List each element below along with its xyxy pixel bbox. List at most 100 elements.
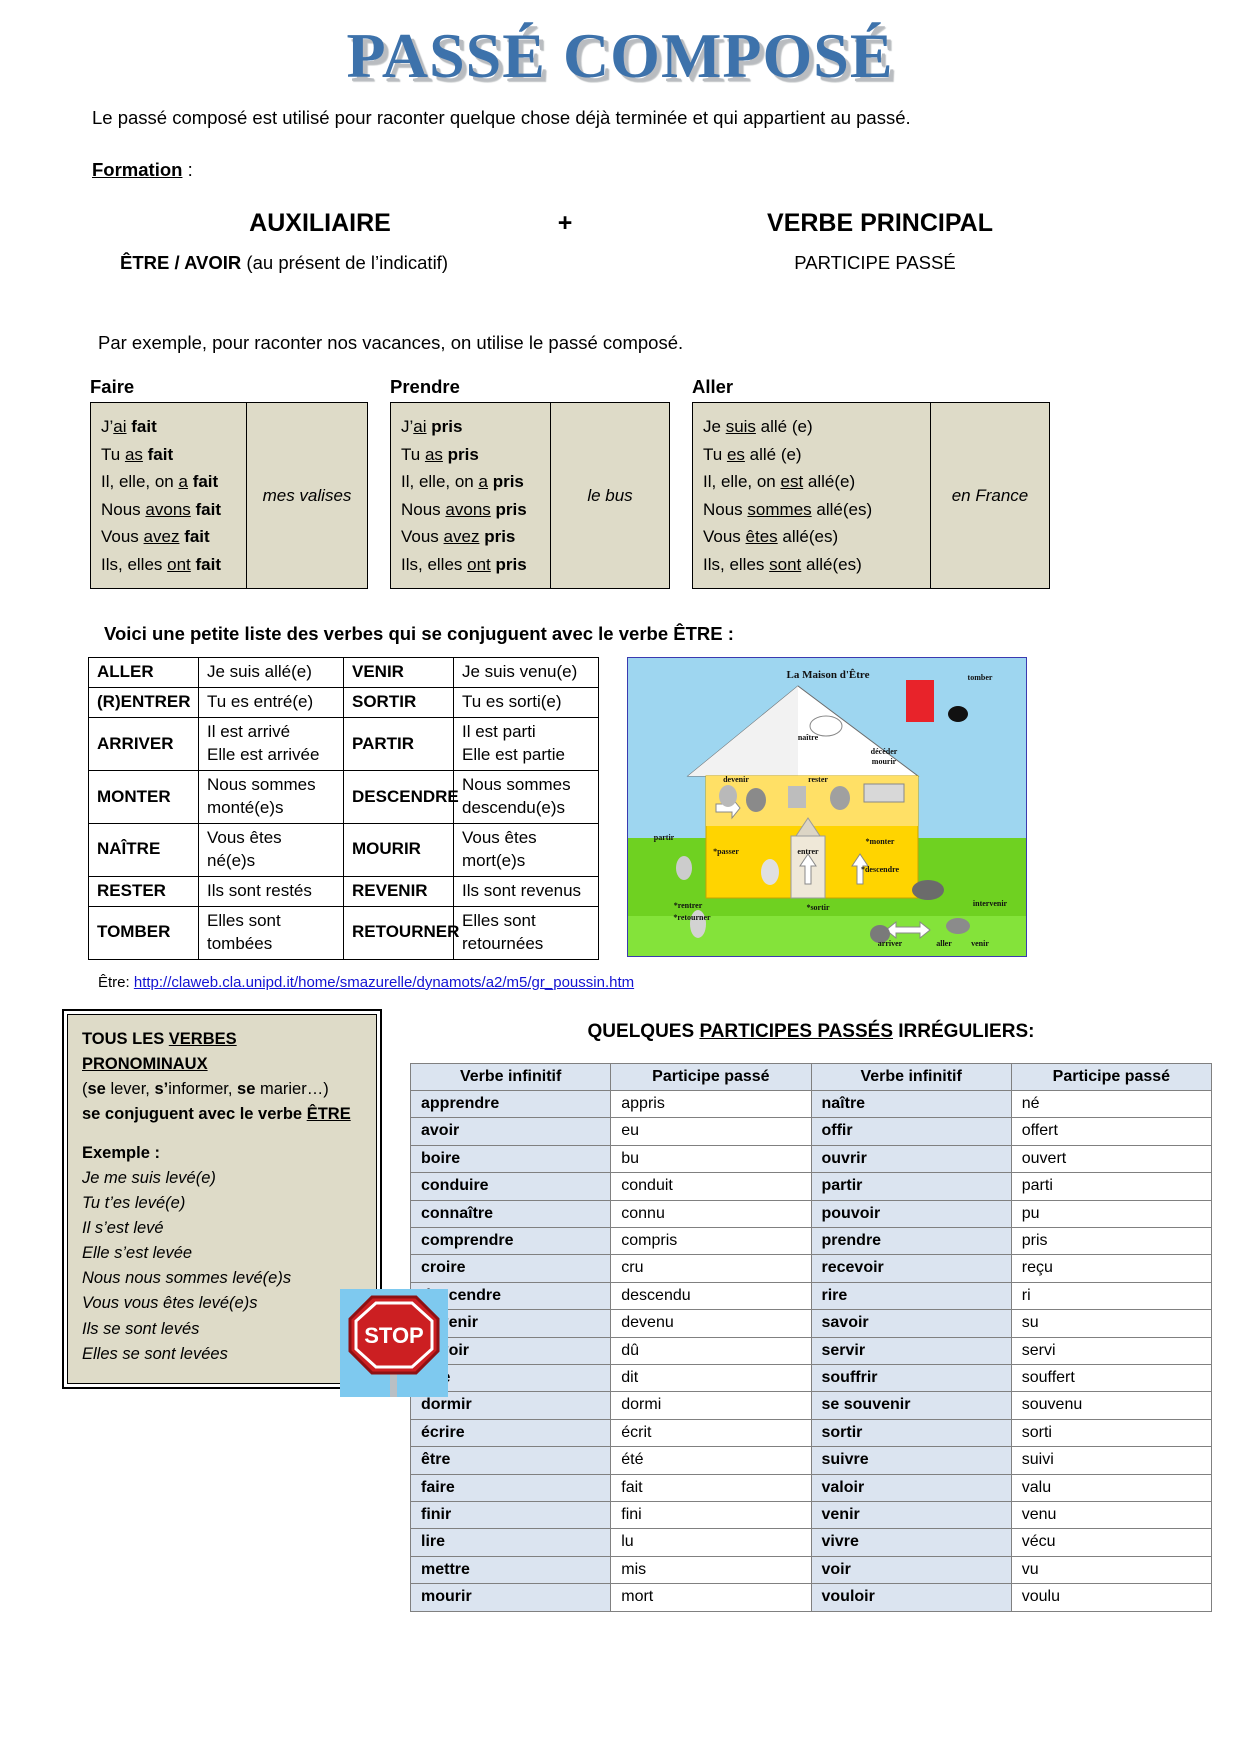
pronominal-example: Elles se sont levées — [82, 1344, 228, 1363]
pronominal-box: TOUS LES VERBES PRONOMINAUX (se lever, s… — [62, 1008, 382, 1389]
etre-verb-cell: ARRIVER — [88, 717, 199, 772]
table-row: mourir mort vouloir voulu — [409, 1583, 1213, 1612]
source-link[interactable]: http://claweb.cla.unipd.it/home/smazurel… — [134, 974, 634, 991]
irregular-title: QUELQUES PARTICIPES PASSÉS IRRÉGULIERS: — [410, 1021, 1212, 1043]
infinitive-cell: connaître — [409, 1199, 612, 1229]
pronominal-example: Ils se sont levés — [82, 1319, 200, 1338]
participle-cell: conduit — [610, 1172, 812, 1201]
participle-cell: eu — [610, 1117, 812, 1146]
participle-cell: pris — [1010, 1227, 1213, 1256]
maison-detre-illustration: La Maison d'Être tomber naître décéder m… — [627, 657, 1027, 958]
table-row: avoir eu offir offert — [409, 1117, 1213, 1146]
conjugation-lines: J’ai pris Tu as pris Il, elle, on a pris No… — [391, 403, 551, 589]
intro-paragraph: Le passé composé est utilisé pour racont… — [92, 107, 911, 129]
irregular-title-a: QUELQUES — [587, 1020, 700, 1042]
conjugation-table: J’ai fait Tu as fait Il, elle, on a fait No… — [90, 402, 368, 590]
infinitive-cell: comprendre — [409, 1227, 612, 1256]
irregular-title-c: IRRÉGULIERS: — [893, 1020, 1035, 1042]
column-header: Participe passé — [1010, 1062, 1213, 1092]
etre-verb-cell: REVENIR — [343, 875, 454, 907]
etre-section: ALLER Je suis allé(e) VENIR Je suis venu(e)… — [0, 657, 1240, 960]
svg-text:intervenir: intervenir — [973, 899, 1008, 908]
infinitive-cell: faire — [409, 1473, 612, 1502]
etre-example-cell: Vous êtes né(e)s — [198, 823, 344, 877]
svg-text:*passer: *passer — [713, 847, 739, 856]
stop-text: STOP — [364, 1323, 424, 1348]
etre-example-cell: Elles sont tombées — [198, 905, 344, 960]
infinitive-cell: partir — [810, 1172, 1012, 1201]
pronominal-example: Je me suis levé(e) — [82, 1169, 216, 1188]
table-row: ALLER Je suis allé(e) VENIR Je suis venu(e) — [88, 657, 599, 689]
table-row: apprendre appris naître né — [409, 1090, 1213, 1119]
infinitive-cell: mettre — [409, 1555, 612, 1585]
etre-example-cell: Elles sont retournées — [453, 905, 599, 960]
conjugation-line: Tu as pris — [401, 444, 479, 464]
table-row: NAÎTRE Vous êtes né(e)s MOURIR Vous êtes mort… — [88, 823, 599, 877]
etre-verb-cell: NAÎTRE — [88, 823, 199, 877]
conjugation-lines: J’ai fait Tu as fait Il, elle, on a fait No… — [91, 403, 247, 589]
svg-text:aller: aller — [936, 939, 952, 948]
infinitive-cell: offir — [810, 1117, 1012, 1146]
infinitive-cell: valoir — [810, 1473, 1012, 1502]
table-row: faire fait valoir valu — [409, 1473, 1213, 1502]
conjugation-complement: en France — [951, 485, 1029, 505]
conjugation-line: Vous avez pris — [401, 527, 516, 547]
pronominal-example-label: Exemple : — [82, 1144, 160, 1162]
etre-verb-cell: DESCENDRE — [343, 770, 459, 824]
etre-verb-cell: TOMBER — [88, 905, 199, 960]
conjugation-complement: mes valises — [262, 485, 352, 505]
participle-cell: ouvert — [1010, 1144, 1213, 1174]
infinitive-cell: lire — [409, 1528, 612, 1557]
etre-example-cell: Tu es sorti(e) — [453, 687, 599, 719]
etre-example-cell: Tu es entré(e) — [198, 687, 344, 719]
table-row: lire lu vivre vécu — [409, 1528, 1213, 1557]
table-row: descendre descendu rire ri — [409, 1281, 1213, 1311]
table-row: finir fini venir venu — [409, 1500, 1213, 1530]
infinitive-cell: voir — [810, 1555, 1012, 1585]
pronominal-line1-prefix: TOUS LES — [82, 1029, 169, 1048]
conjugation-line: Vous avez fait — [101, 527, 210, 547]
etre-example-cell: Je suis venu(e) — [453, 657, 599, 689]
etre-verb-cell: RESTER — [88, 875, 199, 907]
participle-cell: sorti — [1010, 1418, 1213, 1448]
infinitive-cell: se souvenir — [810, 1391, 1012, 1420]
etre-verb-cell: VENIR — [343, 657, 454, 689]
stop-icon: STOP — [340, 1288, 448, 1397]
source-prefix: Être: — [98, 973, 134, 991]
participle-cell: vu — [1010, 1555, 1213, 1585]
participle-cell: fait — [610, 1473, 812, 1502]
formation-headers: AUXILIAIRE + VERBE PRINCIPAL — [0, 209, 1240, 238]
infinitive-cell: conduire — [409, 1172, 612, 1201]
table-row: écrire écrit sortir sorti — [409, 1418, 1213, 1448]
infinitive-cell: apprendre — [409, 1090, 612, 1119]
participle-cell: su — [1010, 1309, 1213, 1338]
pronominal-examples: Je me suis levé(e) Tu t’es levé(e) Il s’es… — [82, 1166, 362, 1367]
pronominal-line1: TOUS LES VERBES PRONOMINAUX — [82, 1027, 362, 1077]
pronominal-content: TOUS LES VERBES PRONOMINAUX (se lever, s… — [67, 1013, 377, 1384]
participle-cell: servi — [1010, 1336, 1213, 1365]
participle-cell: souvenu — [1010, 1391, 1213, 1420]
plus-sign: + — [557, 209, 573, 238]
column-header: Verbe infinitif — [810, 1062, 1012, 1092]
participle-cell: valu — [1010, 1473, 1213, 1502]
conjugation-line: Nous sommes allé(es) — [703, 499, 873, 519]
participle-cell: mort — [610, 1583, 812, 1612]
participle-cell: souffert — [1010, 1363, 1213, 1393]
etre-verb-cell: (R)ENTRER — [88, 687, 199, 719]
conjugation-line: Il, elle, on a pris — [401, 472, 524, 492]
participle-cell: été — [610, 1446, 812, 1475]
formation-label: Formation — [92, 159, 183, 181]
etre-example-cell: Vous êtes mort(e)s — [453, 823, 599, 877]
pronominal-line2: (se lever, s’informer, se marier…) — [82, 1079, 329, 1098]
conjugation-verb-label: Faire — [90, 376, 135, 398]
conjugation-table: J’ai pris Tu as pris Il, elle, on a pris No… — [390, 402, 670, 590]
svg-text:*monter: *monter — [866, 837, 895, 846]
worksheet-page: PASSÉ COMPOSÉ Le passé composé est utili… — [0, 0, 1240, 1755]
infinitive-cell: rire — [810, 1281, 1012, 1311]
conjugation-boxes: Faire J’ai fait Tu as fait Il, elle, on a … — [0, 376, 1240, 590]
column-header: Verbe infinitif — [409, 1062, 612, 1092]
etre-verb-cell: MONTER — [88, 770, 199, 824]
infinitive-cell: sortir — [810, 1418, 1012, 1448]
formation-details: ÊTRE / AVOIR (au présent de l’indicatif)… — [0, 252, 1240, 274]
conjugation-faire: Faire J’ai fait Tu as fait Il, elle, on a … — [90, 376, 368, 590]
